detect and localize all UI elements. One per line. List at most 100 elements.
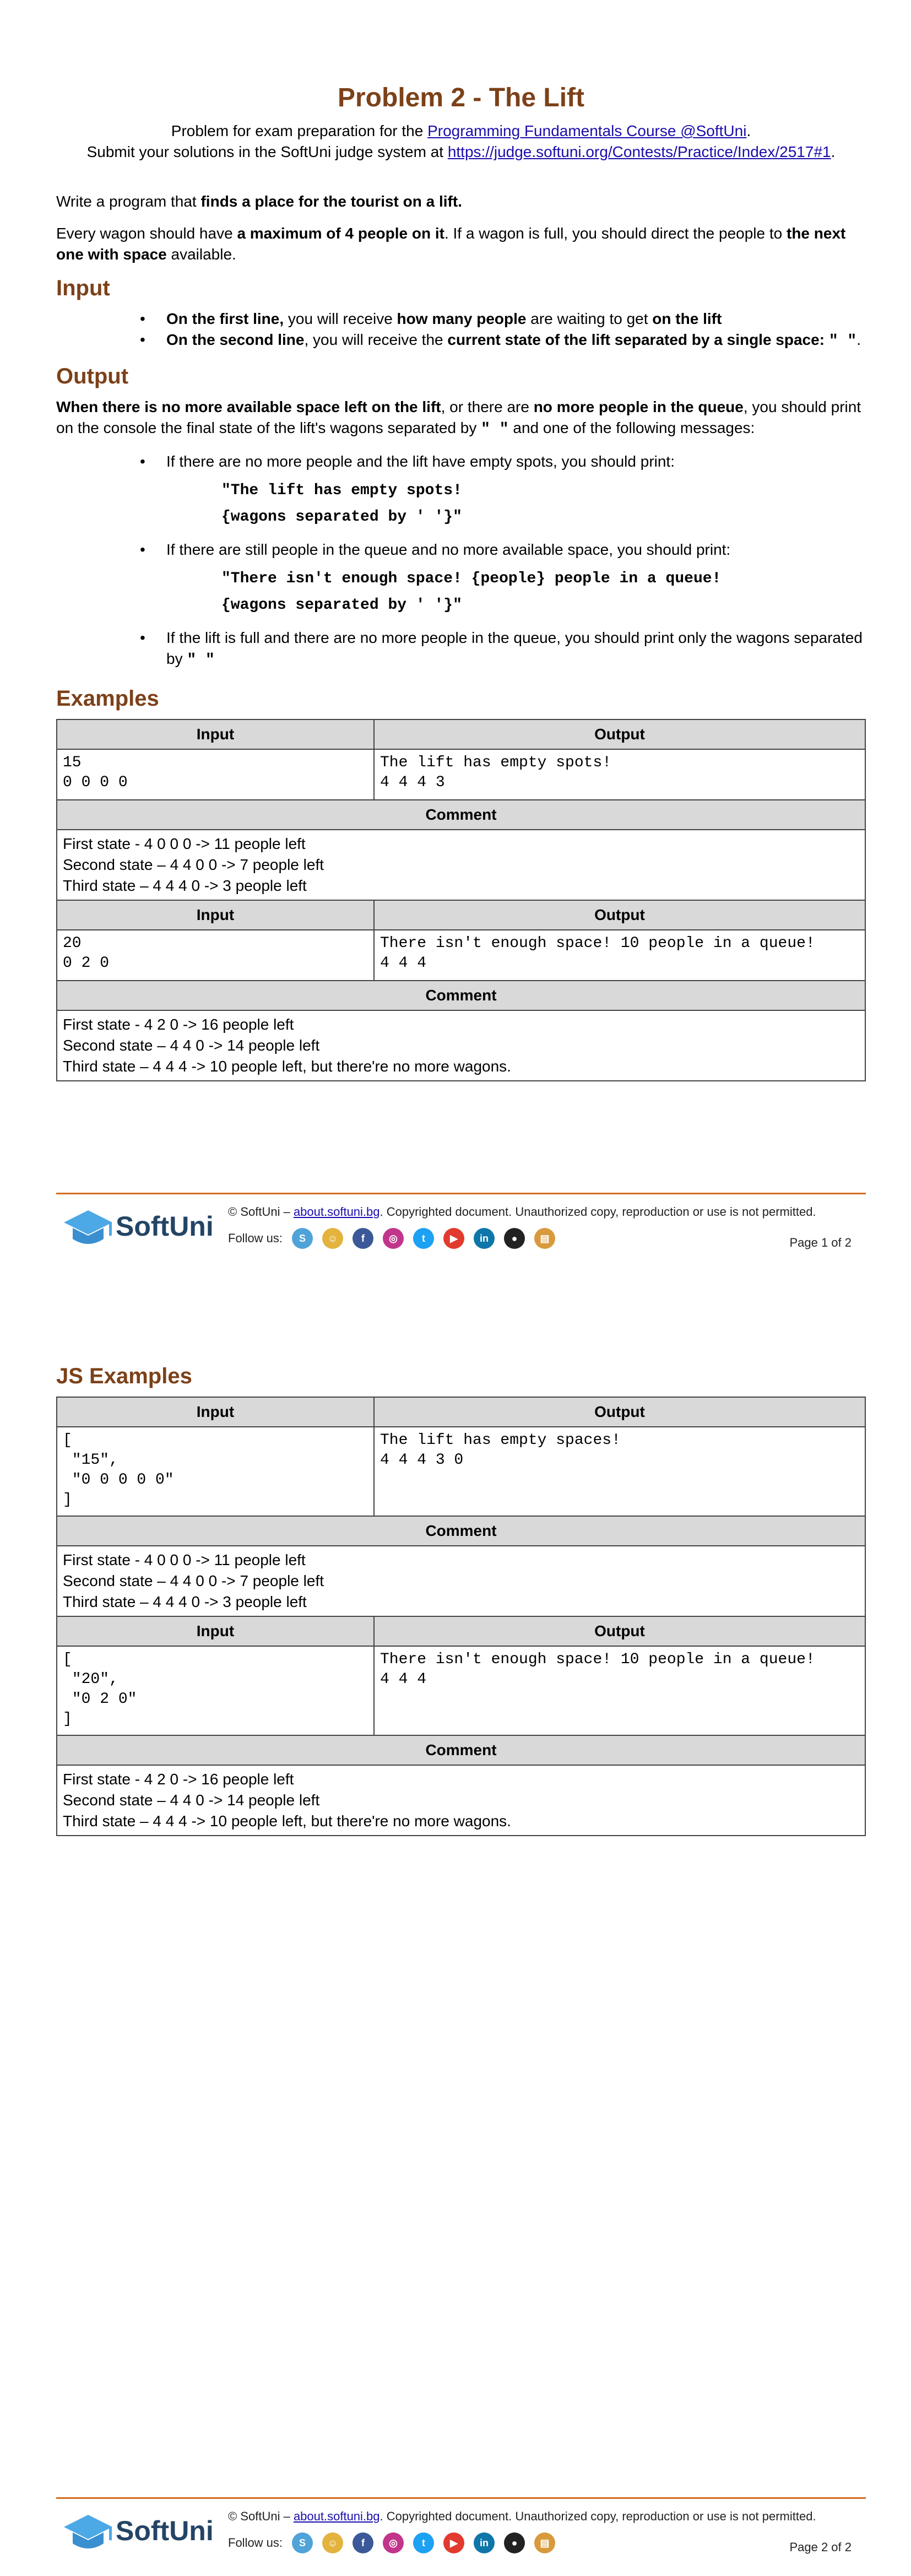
social-icons: S ☺ f ◎ t ▶ in ● ▤ [292, 1228, 565, 1251]
input-bullet-2: On the second line, you will receive the… [56, 329, 866, 352]
js-examples-heading: JS Examples [56, 1364, 192, 1388]
input-column-header: Input [56, 1616, 375, 1647]
judge-link[interactable]: https://judge.softuni.org/Contests/Pract… [448, 143, 831, 160]
output-paragraph: When there is no more available space le… [56, 398, 861, 438]
output-column-header: Output [373, 719, 866, 750]
footer-divider [56, 2497, 866, 2499]
softuni-kids-icon[interactable]: ☺ [322, 2532, 343, 2553]
comment-header: Comment [56, 1516, 866, 1546]
follow-us-label: Follow us: [228, 2536, 283, 2550]
copyright-text: © SoftUni – about.softuni.bg. Copyrighte… [228, 1205, 816, 1219]
output-bullet-2: If there are still people in the queue a… [56, 539, 866, 619]
logo-text: SoftUni [116, 1211, 214, 1242]
softuni-icon[interactable]: S [292, 1228, 313, 1249]
table-row: 20 0 2 0 There isn't enough space! 10 pe… [56, 929, 866, 981]
output-column-header: Output [373, 1616, 866, 1647]
page-2: JS Examples Input Output [ "15", "0 0 0 … [0, 1288, 911, 2576]
table-header-row: Comment [56, 1516, 866, 1546]
example-2-input: 20 0 2 0 [56, 929, 375, 981]
page-1-content: Problem 2 - The Lift Problem for exam pr… [56, 83, 866, 1081]
example-2-output: There isn't enough space! 10 people in a… [373, 929, 866, 981]
youtube-icon[interactable]: ▶ [443, 2532, 464, 2553]
js-example-1-comment: First state - 4 0 0 0 -> 11 people left S… [56, 1545, 866, 1617]
table-header-row: Comment [56, 980, 866, 1011]
course-link[interactable]: Programming Fundamentals Course @SoftUni [427, 122, 746, 139]
examples-table: Input Output 15 0 0 0 0 The lift has emp… [56, 719, 866, 1081]
example-1-input: 15 0 0 0 0 [56, 749, 375, 800]
output-bullet-3: If the lift is full and there are no mor… [56, 627, 866, 671]
about-link[interactable]: about.softuni.bg [294, 2509, 380, 2523]
table-header-row: Input Output [56, 1616, 866, 1647]
logo-text: SoftUni [116, 2515, 214, 2546]
page-title: Problem 2 - The Lift [337, 83, 585, 112]
facebook-icon[interactable]: f [353, 1228, 373, 1249]
table-row: [ "20", "0 2 0" ] There isn't enough spa… [56, 1646, 866, 1736]
about-link[interactable]: about.softuni.bg [294, 1205, 380, 1219]
softuni-kids-icon[interactable]: ☺ [322, 1228, 343, 1249]
empty-spots-message: "The lift has empty spots! [221, 482, 462, 499]
example-1-output: The lift has empty spots! 4 4 4 3 [373, 749, 866, 800]
comment-header: Comment [56, 980, 866, 1011]
input-column-header: Input [56, 1397, 375, 1427]
linkedin-icon[interactable]: in [474, 2532, 495, 2553]
softuni-store-icon[interactable]: ▤ [534, 1228, 555, 1249]
output-list: If there are no more people and the lift… [56, 451, 866, 671]
js-example-2-output: There isn't enough space! 10 people in a… [373, 1646, 866, 1736]
examples-heading: Examples [56, 686, 159, 711]
github-icon[interactable]: ● [504, 1228, 525, 1249]
output-column-header: Output [373, 900, 866, 930]
js-example-1-output: The lift has empty spaces! 4 4 4 3 0 [373, 1426, 866, 1517]
page-number: Page 2 of 2 [789, 2540, 852, 2554]
facebook-icon[interactable]: f [353, 2532, 373, 2553]
social-icons: S ☺ f ◎ t ▶ in ● ▤ [292, 2532, 565, 2556]
page-number: Page 1 of 2 [789, 1236, 852, 1249]
output-heading: Output [56, 364, 129, 388]
table-header-row: Input Output [56, 900, 866, 930]
input-bullet-1: On the first line, you will receive how … [56, 309, 866, 329]
example-1-comment: First state - 4 0 0 0 -> 11 people left S… [56, 829, 866, 901]
subtitle-line-2: Submit your solutions in the SoftUni jud… [86, 143, 836, 160]
comment-header: Comment [56, 1735, 866, 1766]
output-column-header: Output [373, 1397, 866, 1427]
table-row: First state - 4 0 0 0 -> 11 people left S… [56, 829, 866, 901]
empty-spots-wagons: {wagons separated by ' '}" [221, 508, 462, 526]
subtitle-line-1: Problem for exam preparation for the Pro… [171, 122, 751, 139]
table-header-row: Comment [56, 799, 866, 830]
subtitle: Problem for exam preparation for the Pro… [56, 121, 866, 163]
table-row: 15 0 0 0 0 The lift has empty spots! 4 4… [56, 749, 866, 800]
youtube-icon[interactable]: ▶ [443, 1228, 464, 1249]
not-enough-space-message: "There isn't enough space! {people} peop… [221, 570, 722, 587]
footer-divider [56, 1193, 866, 1194]
page-2-content: JS Examples Input Output [ "15", "0 0 0 … [56, 1364, 866, 1836]
intro-paragraph-1: Write a program that finds a place for t… [56, 193, 462, 210]
twitter-icon[interactable]: t [413, 1228, 434, 1249]
page-1: Problem 2 - The Lift Problem for exam pr… [0, 0, 911, 1288]
table-header-row: Input Output [56, 719, 866, 750]
table-header-row: Comment [56, 1735, 866, 1766]
github-icon[interactable]: ● [504, 2532, 525, 2553]
input-heading: Input [56, 276, 110, 300]
not-enough-space-wagons: {wagons separated by ' '}" [221, 597, 462, 614]
copyright-text: © SoftUni – about.softuni.bg. Copyrighte… [228, 2509, 816, 2523]
linkedin-icon[interactable]: in [474, 1228, 495, 1249]
twitter-icon[interactable]: t [413, 2532, 434, 2553]
js-example-1-input: [ "15", "0 0 0 0 0" ] [56, 1426, 375, 1517]
table-row: First state - 4 2 0 -> 16 people left Sec… [56, 1765, 866, 1836]
comment-header: Comment [56, 799, 866, 830]
table-row: First state - 4 2 0 -> 16 people left Sec… [56, 1010, 866, 1081]
follow-us-label: Follow us: [228, 1231, 283, 1245]
intro-paragraph-2: Every wagon should have a maximum of 4 p… [56, 225, 846, 263]
softuni-icon[interactable]: S [292, 2532, 313, 2553]
example-2-comment: First state - 4 2 0 -> 16 people left Sec… [56, 1010, 866, 1081]
js-example-2-input: [ "20", "0 2 0" ] [56, 1646, 375, 1736]
input-column-header: Input [56, 719, 375, 750]
js-examples-table: Input Output [ "15", "0 0 0 0 0" ] The l… [56, 1397, 866, 1836]
output-bullet-1: If there are no more people and the lift… [56, 451, 866, 531]
table-header-row: Input Output [56, 1397, 866, 1427]
instagram-icon[interactable]: ◎ [383, 2532, 404, 2553]
table-row: First state - 4 0 0 0 -> 11 people left S… [56, 1545, 866, 1617]
instagram-icon[interactable]: ◎ [383, 1228, 404, 1249]
table-row: [ "15", "0 0 0 0 0" ] The lift has empty… [56, 1426, 866, 1517]
input-list: On the first line, you will receive how … [56, 309, 866, 352]
softuni-store-icon[interactable]: ▤ [534, 2532, 555, 2553]
